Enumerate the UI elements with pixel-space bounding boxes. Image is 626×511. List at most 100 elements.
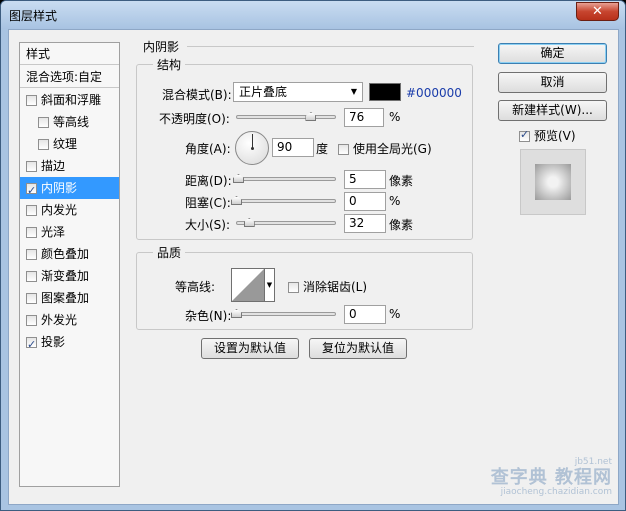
chevron-down-icon: ▼ [350, 87, 357, 96]
preview-checkbox-row[interactable]: 预览(V) [519, 127, 576, 144]
style-list-item[interactable]: 图案叠加 [20, 287, 119, 309]
style-list-item-content: 内发光 [26, 203, 77, 217]
style-checkbox[interactable] [26, 227, 37, 238]
style-checkbox[interactable] [26, 315, 37, 326]
angle-input[interactable]: 90 [272, 138, 314, 157]
style-checkbox[interactable] [26, 271, 37, 282]
distance-input[interactable]: 5 [344, 170, 386, 189]
styles-list-header[interactable]: 样式 [20, 43, 119, 65]
style-checkbox[interactable] [26, 293, 37, 304]
preview-checkbox[interactable] [519, 128, 530, 142]
layer-style-dialog: 图层样式 ✕ 样式 混合选项:自定 斜面和浮雕等高线纹理描边内阴影内发光光泽颜色… [0, 0, 626, 511]
cancel-button[interactable]: 取消 [498, 72, 607, 93]
reset-default-button[interactable]: 复位为默认值 [309, 338, 407, 359]
style-list-item-label: 外发光 [41, 313, 78, 327]
style-list-item-label: 投影 [41, 335, 66, 349]
choke-unit: % [389, 194, 401, 208]
shadow-color-swatch[interactable] [369, 83, 401, 101]
style-list-item-label: 描边 [41, 159, 66, 173]
shadow-color-hex: #000000 [406, 86, 462, 100]
choke-slider[interactable] [231, 196, 336, 205]
size-label: 大小(S): [185, 218, 231, 232]
style-list-item-content: 光泽 [26, 225, 65, 239]
choke-label: 阻塞(C): [185, 196, 231, 210]
contour-label: 等高线: [175, 280, 216, 294]
watermark-line3: jiaocheng.chazidian.com [500, 487, 612, 498]
contour-picker[interactable] [231, 268, 265, 302]
opacity-input[interactable]: 76 [344, 108, 384, 127]
size-input[interactable]: 32 [344, 214, 386, 233]
dialog-client-area: 样式 混合选项:自定 斜面和浮雕等高线纹理描边内阴影内发光光泽颜色叠加渐变叠加图… [8, 29, 619, 505]
contour-dropdown[interactable]: ▼ [264, 268, 275, 302]
style-list-item[interactable]: 光泽 [20, 221, 119, 243]
style-list-item-content: 纹理 [26, 137, 77, 151]
blend-mode-select[interactable]: 正片叠底 ▼ [233, 82, 363, 102]
angle-dial[interactable] [235, 131, 269, 165]
style-list-item[interactable]: 斜面和浮雕 [20, 89, 119, 111]
style-list-item-content: 渐变叠加 [26, 269, 89, 283]
style-list-item[interactable]: 等高线 [20, 111, 119, 133]
style-list-item[interactable]: 渐变叠加 [20, 265, 119, 287]
style-list-item-label: 内阴影 [41, 181, 78, 195]
style-list-item-label: 等高线 [53, 115, 90, 129]
close-icon: ✕ [592, 4, 603, 19]
style-checkbox[interactable] [26, 95, 37, 106]
style-checkbox[interactable] [26, 180, 37, 202]
style-list-item-label: 光泽 [41, 225, 66, 239]
style-list-item-content: 等高线 [26, 115, 89, 129]
opacity-unit: % [389, 110, 401, 124]
noise-slider[interactable] [231, 309, 336, 318]
style-list-item-content: 描边 [26, 159, 65, 173]
antialias-label: 消除锯齿(L) [303, 280, 368, 294]
style-preview-thumbnail [520, 149, 586, 215]
distance-unit: 像素 [389, 174, 414, 188]
style-list-item-label: 渐变叠加 [41, 269, 90, 283]
style-checkbox[interactable] [26, 334, 37, 356]
noise-input[interactable]: 0 [344, 305, 386, 324]
style-list-item[interactable]: 纹理 [20, 133, 119, 155]
choke-input[interactable]: 0 [344, 192, 386, 211]
style-list-item[interactable]: 颜色叠加 [20, 243, 119, 265]
noise-unit: % [389, 307, 401, 321]
size-slider[interactable] [236, 218, 336, 227]
title-bar[interactable]: 图层样式 ✕ [1, 1, 625, 29]
style-list-item[interactable]: 内发光 [20, 199, 119, 221]
style-checkbox[interactable] [26, 205, 37, 216]
style-list-item[interactable]: 描边 [20, 155, 119, 177]
new-style-button[interactable]: 新建样式(W)... [498, 100, 607, 121]
antialias-checkbox-row[interactable]: 消除锯齿(L) [288, 278, 367, 295]
angle-unit: 度 [316, 142, 329, 156]
style-list-item[interactable]: 内阴影 [20, 177, 119, 202]
style-list-item-content: 外发光 [26, 313, 77, 327]
style-checkbox[interactable] [38, 117, 49, 128]
chevron-down-icon: ▼ [266, 281, 273, 289]
style-checkbox[interactable] [38, 139, 49, 150]
style-list-item-content: 颜色叠加 [26, 247, 89, 261]
watermark: jb51.net 查字典 教程网 jiaocheng.chazidian.com [491, 458, 612, 498]
contour-curve-icon [232, 269, 264, 301]
close-button[interactable]: ✕ [576, 2, 619, 21]
style-list-item[interactable]: 投影 [20, 331, 119, 356]
distance-label: 距离(D): [185, 174, 232, 188]
style-checkbox[interactable] [26, 161, 37, 172]
make-default-button[interactable]: 设置为默认值 [201, 338, 299, 359]
distance-slider[interactable] [232, 174, 336, 183]
section-divider [187, 46, 474, 47]
styles-list: 样式 混合选项:自定 斜面和浮雕等高线纹理描边内阴影内发光光泽颜色叠加渐变叠加图… [19, 42, 120, 487]
style-list-item-label: 斜面和浮雕 [41, 93, 102, 107]
global-light-checkbox-row[interactable]: 使用全局光(G) [338, 140, 432, 157]
global-light-checkbox[interactable] [338, 144, 349, 155]
section-title: 内阴影 [143, 40, 180, 54]
global-light-label: 使用全局光(G) [353, 142, 432, 156]
ok-button[interactable]: 确定 [498, 43, 607, 64]
watermark-line2: 查字典 教程网 [490, 467, 612, 489]
noise-label: 杂色(N): [185, 309, 232, 323]
style-checkbox[interactable] [26, 249, 37, 260]
style-list-item-content: 图案叠加 [26, 291, 89, 305]
blend-mode-label: 混合模式(B): [162, 88, 232, 102]
style-list-item-content: 内阴影 [26, 180, 78, 202]
antialias-checkbox[interactable] [288, 282, 299, 293]
style-list-item[interactable]: 外发光 [20, 309, 119, 331]
opacity-slider[interactable] [236, 112, 336, 121]
blending-options-item[interactable]: 混合选项:自定 [20, 66, 119, 88]
